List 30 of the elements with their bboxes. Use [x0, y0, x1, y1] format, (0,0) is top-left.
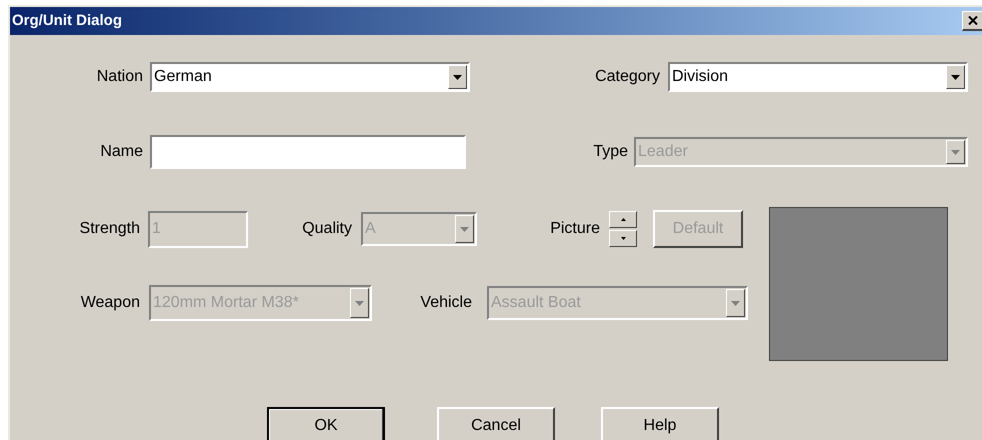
caret-icon: [460, 226, 469, 232]
window-title: Org/Unit Dialog: [12, 10, 122, 31]
dropdown-field[interactable]: Division: [668, 62, 968, 92]
field-label: Category: [595, 67, 660, 87]
caret-icon: [731, 300, 740, 306]
dialog-button[interactable]: Help: [601, 407, 719, 440]
dropdown-button[interactable]: [946, 65, 965, 89]
dialog-button[interactable]: Cancel: [437, 407, 555, 440]
spin-up-button[interactable]: [609, 211, 637, 228]
down-caret-icon: [620, 237, 626, 240]
caret-icon: [951, 150, 960, 154]
dropdown-button[interactable]: [448, 65, 467, 89]
caret-icon: [951, 74, 960, 80]
dialog-button[interactable]: OK: [267, 407, 385, 440]
field-label: Weapon: [80, 293, 140, 313]
field-label: Type: [593, 142, 628, 162]
close-button[interactable]: [962, 11, 982, 31]
spin-down-button[interactable]: [609, 230, 637, 247]
field-label: Vehicle: [420, 293, 472, 313]
field-label: Nation: [96, 67, 143, 87]
field-label: Picture: [550, 219, 600, 239]
field-label: Name: [100, 142, 143, 162]
field-label: Strength: [80, 219, 140, 239]
dropdown-field[interactable]: German: [150, 62, 470, 92]
close-icon: [968, 16, 978, 25]
up-caret-icon: [620, 218, 626, 221]
caret-icon: [453, 74, 462, 80]
input-field[interactable]: [150, 135, 466, 169]
caret-icon: [355, 300, 364, 306]
field-label: Quality: [302, 219, 352, 239]
